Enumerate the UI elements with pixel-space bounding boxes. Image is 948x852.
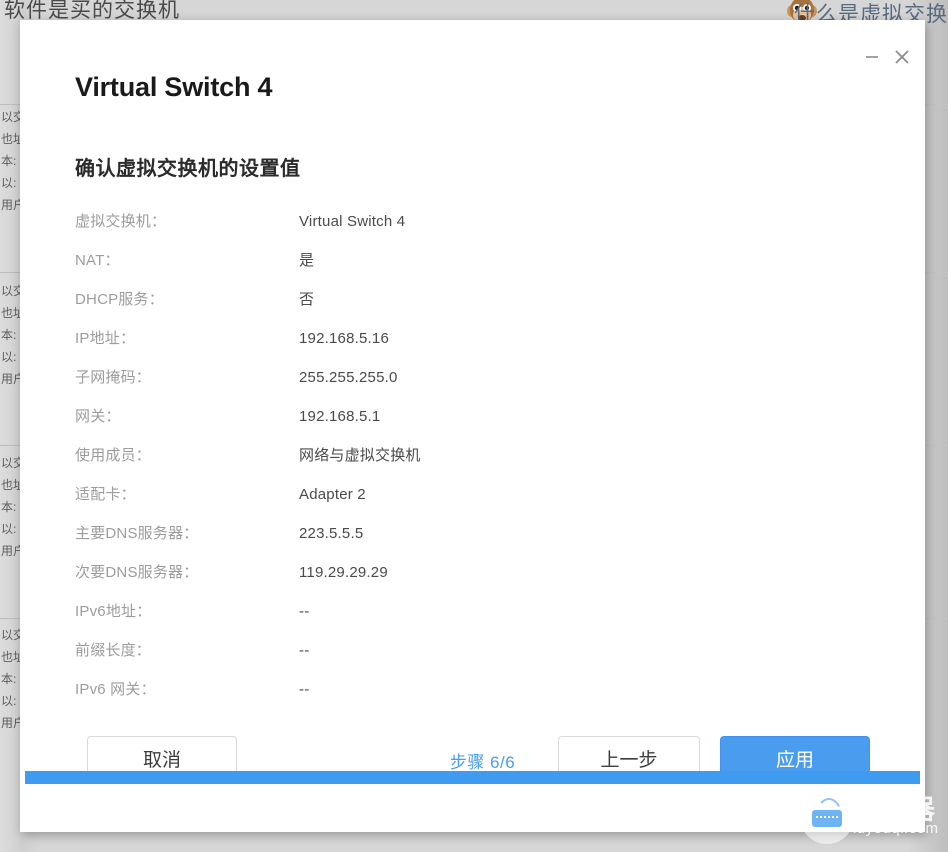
summary-row-label: 次要DNS服务器： (75, 564, 199, 581)
close-icon[interactable] (891, 46, 913, 68)
summary-row: 适配卡： Adapter 2 (75, 485, 775, 524)
dialog-footer: 取消 步骤 6/6 上一步 应用 (20, 736, 925, 796)
summary-row-value: Adapter 2 (299, 486, 366, 503)
minimize-icon[interactable] (861, 46, 883, 68)
summary-row: DHCP服务： 否 (75, 290, 775, 329)
summary-row-label: 主要DNS服务器： (75, 525, 199, 542)
summary-row-label: 子网掩码： (75, 369, 152, 386)
summary-row-label: 使用成员： (75, 447, 152, 464)
summary-row: IPv6地址： -- (75, 602, 775, 641)
summary-row: 网关： 192.168.5.1 (75, 407, 775, 446)
summary-row-value: -- (299, 603, 310, 620)
summary-row-value: 223.5.5.5 (299, 525, 364, 542)
background-side-text: 以交 也址 本: 以: 用户 (1, 456, 21, 558)
summary-row-value: -- (299, 681, 310, 698)
summary-row-value: 是 (299, 252, 315, 269)
summary-row: NAT： 是 (75, 251, 775, 290)
dialog-title: Virtual Switch 4 (75, 72, 273, 102)
wizard-progress-bar (25, 771, 920, 784)
summary-row-label: 虚拟交换机： (75, 213, 167, 230)
summary-row-label: 前缀长度： (75, 642, 152, 659)
summary-row-label: 适配卡： (75, 486, 136, 503)
summary-row-label: DHCP服务： (75, 291, 164, 308)
summary-row: 使用成员： 网络与虚拟交换机 (75, 446, 775, 485)
window-controls (861, 46, 913, 68)
summary-row-label: NAT： (75, 252, 120, 269)
virtual-switch-dialog: Virtual Switch 4 确认虚拟交换机的设置值 虚拟交换机： Virtu… (20, 20, 925, 832)
background-side-text: 以交 也址 本: 以: 用户 (1, 110, 21, 212)
summary-row-value: 119.29.29.29 (299, 564, 388, 581)
background-divider (0, 445, 22, 446)
summary-row: IP地址： 192.168.5.16 (75, 329, 775, 368)
summary-row-label: IPv6 网关： (75, 681, 156, 698)
summary-row: 次要DNS服务器： 119.29.29.29 (75, 563, 775, 602)
summary-row: 虚拟交换机： Virtual Switch 4 (75, 212, 775, 251)
settings-summary-list: 虚拟交换机： Virtual Switch 4 NAT： 是 DHCP服务： 否 IP地址：… (75, 212, 775, 719)
summary-row: IPv6 网关： -- (75, 680, 775, 719)
dialog-subtitle: 确认虚拟交换机的设置值 (75, 158, 301, 180)
summary-row-label: 网关： (75, 408, 121, 425)
step-indicator: 步骤 6/6 (449, 753, 516, 772)
background-divider (0, 272, 22, 273)
summary-row-value: 192.168.5.16 (299, 330, 389, 347)
summary-row: 子网掩码： 255.255.255.0 (75, 368, 775, 407)
background-divider (0, 618, 22, 619)
summary-row: 主要DNS服务器： 223.5.5.5 (75, 524, 775, 563)
progress-fill (25, 771, 920, 784)
summary-row: 前缀长度： -- (75, 641, 775, 680)
summary-row-label: IPv6地址： (75, 603, 152, 620)
summary-row-value: 网络与虚拟交换机 (299, 447, 421, 464)
summary-row-label: IP地址： (75, 330, 136, 347)
background-side-text: 以交 也址 本: 以: 用户 (1, 628, 21, 730)
summary-row-value: 192.168.5.1 (299, 408, 381, 425)
summary-row-value: Virtual Switch 4 (299, 213, 406, 230)
screen-root: 软件是买的交换机 什么是虚拟交换 以交 也址 本: 以: 用户 以交 也址 本: 以: 用户 以… (0, 0, 948, 852)
background-side-text: 以交 也址 本: 以: 用户 (1, 284, 21, 386)
background-divider (0, 104, 22, 105)
summary-row-value: -- (299, 642, 310, 659)
summary-row-value: 否 (299, 291, 315, 308)
summary-row-value: 255.255.255.0 (299, 369, 398, 386)
